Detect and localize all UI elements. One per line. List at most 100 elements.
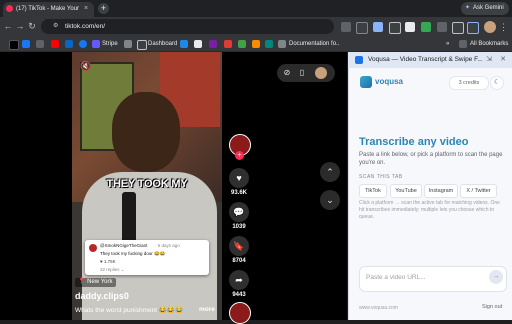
comment-replies: 32 replies ⌄ xyxy=(100,267,125,272)
comment-likes: ♥ 1.75K xyxy=(100,259,116,264)
ask-gemini-label: Ask Gemini xyxy=(473,5,504,11)
panel-subtitle: Paste a link below, or pick a platform t… xyxy=(359,152,503,166)
bookmark-icon[interactable] xyxy=(194,40,202,48)
comment-user: @SmokNGigeTheGiant xyxy=(100,243,148,248)
gemini-icon: ✦ xyxy=(465,5,471,11)
caption-word: THEY xyxy=(106,178,138,190)
scan-tab-label: SCAN THIS TAB xyxy=(359,174,403,180)
extension-icon[interactable] xyxy=(356,22,368,34)
video-person-head xyxy=(112,92,180,172)
bookmark-icon[interactable] xyxy=(51,40,59,48)
comment-avatar xyxy=(89,244,97,252)
bookmark-icon[interactable] xyxy=(224,40,232,48)
send-arrow-icon[interactable]: → xyxy=(489,270,503,284)
voqusa-favicon-icon xyxy=(355,56,363,64)
next-video-button[interactable]: ⌄ xyxy=(320,190,340,210)
save-count: 8704 xyxy=(232,258,246,264)
follow-plus-icon[interactable]: + xyxy=(235,151,244,160)
chip-tiktok[interactable]: TikTok xyxy=(359,184,387,198)
back-button[interactable]: ← xyxy=(2,19,14,33)
sound-disc-icon[interactable] xyxy=(229,302,251,324)
user-avatar[interactable] xyxy=(315,67,327,79)
bookmark-icon[interactable] xyxy=(209,40,217,48)
video-caption: THEY TOOK MY xyxy=(72,178,222,190)
bookmarks-overflow-icon[interactable]: » xyxy=(446,39,449,49)
side-panel-icon[interactable] xyxy=(467,22,479,34)
more-link[interactable]: more xyxy=(199,306,215,313)
bookmark-icon[interactable] xyxy=(180,40,188,48)
all-bookmarks[interactable]: All Bookmarks xyxy=(470,39,508,49)
share-count: 9443 xyxy=(232,292,246,298)
bookmark-icon[interactable] xyxy=(9,40,19,50)
reload-button[interactable]: ↻ xyxy=(26,19,38,33)
caption-word: MY xyxy=(168,178,188,190)
bookmark-icon[interactable] xyxy=(124,40,132,48)
bookmark-icon[interactable] xyxy=(238,40,246,48)
bookmark-save-icon[interactable]: 🔖 xyxy=(229,236,249,256)
video-description: Whats the worst punishment 😂😂😂 xyxy=(75,307,184,314)
footer-site[interactable]: www.voqusa.com xyxy=(359,305,398,311)
bookmark-stripe[interactable]: Stripe xyxy=(102,39,118,49)
menu-icon[interactable]: ⋮ xyxy=(499,20,508,34)
url-input-placeholder: Paste a video URL... xyxy=(366,274,426,281)
bookmark-icon[interactable] xyxy=(65,40,73,48)
pin-icon[interactable]: ⇲ xyxy=(484,55,494,65)
sign-out-link[interactable]: Sign out xyxy=(482,304,502,310)
bookmark-dashboard[interactable]: Dashboard xyxy=(148,39,177,49)
close-icon[interactable]: ✕ xyxy=(498,55,508,65)
bookmark-icon[interactable] xyxy=(22,40,30,48)
forward-button[interactable]: → xyxy=(14,19,26,33)
extension-icon[interactable] xyxy=(405,22,415,32)
volume-muted-icon[interactable]: 🔇 xyxy=(80,60,94,72)
extension-icon[interactable] xyxy=(421,22,431,32)
stripe-icon[interactable] xyxy=(92,40,100,48)
ask-gemini-button[interactable]: ✦ Ask Gemini xyxy=(461,2,509,15)
device-icon[interactable]: ▯ xyxy=(296,67,308,79)
bookmark-icon[interactable] xyxy=(265,40,273,48)
documentation-icon[interactable] xyxy=(278,40,286,48)
chip-x-twitter[interactable]: X / Twitter xyxy=(460,184,497,198)
puzzle-icon[interactable] xyxy=(452,22,464,34)
panel-heading: Transcribe any video xyxy=(359,136,469,148)
voqusa-logo-icon xyxy=(360,76,372,88)
tiktok-favicon-icon xyxy=(6,5,13,12)
tab-close-icon[interactable]: × xyxy=(84,4,91,14)
new-tab-button[interactable]: + xyxy=(98,3,109,14)
previous-video-button[interactable]: ⌃ xyxy=(320,162,340,182)
comment-text: They took my fucking door 😂😂 xyxy=(100,251,166,256)
bookmark-icon[interactable] xyxy=(36,40,44,48)
bookmark-documentation[interactable]: Documentation fo... xyxy=(289,39,339,49)
tab-title: (17) TikTok - Make Your Day xyxy=(16,6,80,12)
comment-time: · 5 days ago xyxy=(155,243,180,248)
like-count: 93.6K xyxy=(230,190,247,196)
extension-icon[interactable] xyxy=(389,22,401,34)
chip-instagram[interactable]: Instagram xyxy=(424,184,458,198)
chip-youtube[interactable]: YouTube xyxy=(390,184,422,198)
author-handle[interactable]: daddy.clips0 xyxy=(75,291,129,301)
address-bar[interactable]: ⚙ tiktok.com/en/ ☆ xyxy=(41,19,366,34)
bookmark-icon[interactable] xyxy=(79,40,87,48)
share-icon[interactable]: ➦ xyxy=(229,270,249,290)
side-panel-title: Voqusa — Video Transcript & Swipe F... xyxy=(368,56,482,63)
url-text: tiktok.com/en/ xyxy=(65,23,106,30)
profile-avatar[interactable] xyxy=(484,21,496,33)
caption-highlight: TOOK xyxy=(137,178,169,190)
comment-icon[interactable]: 💬 xyxy=(229,202,249,222)
video-controls-pill: ⊘ ▯ xyxy=(277,64,335,82)
block-icon[interactable]: ⊘ xyxy=(281,67,293,79)
extension-icon[interactable] xyxy=(437,22,447,32)
extension-icon[interactable] xyxy=(373,22,383,32)
site-info-icon[interactable]: ⚙ xyxy=(53,22,58,31)
scan-help-text: Click a platform → scan the active tab f… xyxy=(359,200,500,220)
comment-card: @SmokNGigeTheGiant · 5 days ago They too… xyxy=(85,240,209,275)
comment-count: 1039 xyxy=(232,224,246,230)
theme-toggle-icon[interactable]: ☾ xyxy=(490,76,504,90)
like-heart-icon[interactable]: ♥ xyxy=(229,168,249,188)
extension-icon[interactable] xyxy=(341,22,351,32)
logo-text: voqusa xyxy=(375,77,404,86)
folder-icon xyxy=(459,40,467,48)
bookmark-icon[interactable] xyxy=(252,40,260,48)
location-badge[interactable]: 📍 New York xyxy=(75,278,116,287)
dashboard-icon[interactable] xyxy=(137,40,147,50)
credits-badge[interactable]: 3 credits xyxy=(449,76,489,90)
